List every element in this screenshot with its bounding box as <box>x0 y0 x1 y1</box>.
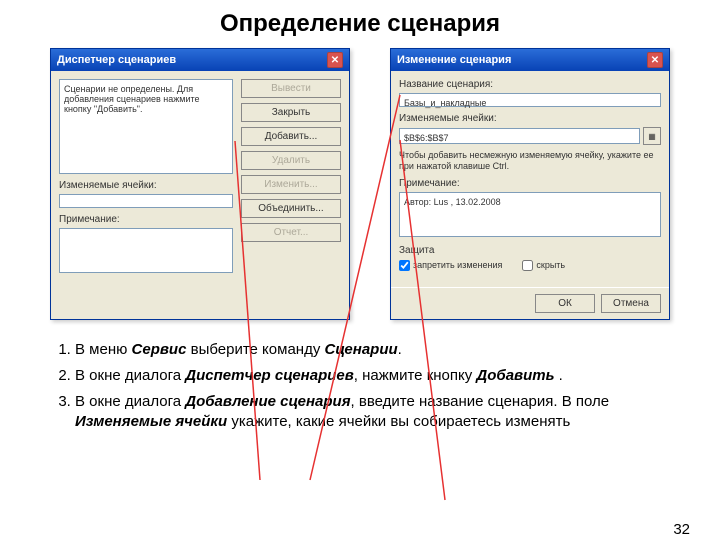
ok-button[interactable]: ОК <box>535 294 595 313</box>
titlebar: Изменение сценария ✕ <box>391 49 669 71</box>
delete-button[interactable]: Удалить <box>241 151 341 170</box>
left-column: Сценарии не определены. Для добавления с… <box>59 79 233 273</box>
cells-label: Изменяемые ячейки: <box>59 180 233 191</box>
note-label: Примечание: <box>399 178 661 189</box>
merge-button[interactable]: Объединить... <box>241 199 341 218</box>
button-row: ОК Отмена <box>391 287 669 319</box>
checkboxes-row: запретить изменения скрыть <box>399 260 661 271</box>
instruction-item: В меню Сервис выберите команду Сценарии. <box>75 340 665 360</box>
instruction-item: В окне диалога Диспетчер сценариев, нажм… <box>75 366 665 386</box>
close-button[interactable]: Закрыть <box>241 103 341 122</box>
page-number: 32 <box>673 521 690 538</box>
protect-label: Защита <box>399 245 661 256</box>
page-title: Определение сценария <box>0 10 720 38</box>
show-button[interactable]: Вывести <box>241 79 341 98</box>
report-button[interactable]: Отчет... <box>241 223 341 242</box>
close-icon[interactable]: ✕ <box>647 52 663 68</box>
cells-display <box>59 194 233 208</box>
scenario-manager-dialog: Диспетчер сценариев ✕ Сценарии не опреде… <box>50 48 350 320</box>
instruction-item: В окне диалога Добавление сценария, введ… <box>75 392 665 433</box>
dialog-title: Изменение сценария <box>397 54 511 66</box>
range-picker-icon[interactable]: ▦ <box>643 127 661 145</box>
cells-input[interactable]: $B$6:$B$7 <box>399 128 640 144</box>
note-textarea[interactable]: Автор: Lus , 13.02.2008 <box>399 192 661 237</box>
titlebar: Диспетчер сценариев ✕ <box>51 49 349 71</box>
instructions: В меню Сервис выберите команду Сценарии.… <box>0 330 720 449</box>
cells-label: Изменяемые ячейки: <box>399 113 661 124</box>
prevent-changes-checkbox[interactable]: запретить изменения <box>399 260 502 271</box>
dialog-title: Диспетчер сценариев <box>57 54 176 66</box>
cells-row: $B$6:$B$7 ▦ <box>399 127 661 145</box>
scenarios-listbox[interactable]: Сценарии не определены. Для добавления с… <box>59 79 233 174</box>
dialogs-container: Диспетчер сценариев ✕ Сценарии не опреде… <box>0 38 720 330</box>
dialog-body: Сценарии не определены. Для добавления с… <box>51 71 349 281</box>
add-button[interactable]: Добавить... <box>241 127 341 146</box>
edit-button[interactable]: Изменить... <box>241 175 341 194</box>
name-label: Название сценария: <box>399 79 661 90</box>
cancel-button[interactable]: Отмена <box>601 294 661 313</box>
dialog-body: Название сценария: Базы_и_накладные Изме… <box>391 71 669 287</box>
hide-checkbox[interactable]: скрыть <box>522 260 565 271</box>
buttons-column: Вывести Закрыть Добавить... Удалить Изме… <box>241 79 341 273</box>
name-input[interactable]: Базы_и_накладные <box>399 93 661 107</box>
scenario-edit-dialog: Изменение сценария ✕ Название сценария: … <box>390 48 670 320</box>
note-display <box>59 228 233 273</box>
note-label: Примечание: <box>59 214 233 225</box>
hint-text: Чтобы добавить несмежную изменяемую ячей… <box>399 150 661 172</box>
close-icon[interactable]: ✕ <box>327 52 343 68</box>
